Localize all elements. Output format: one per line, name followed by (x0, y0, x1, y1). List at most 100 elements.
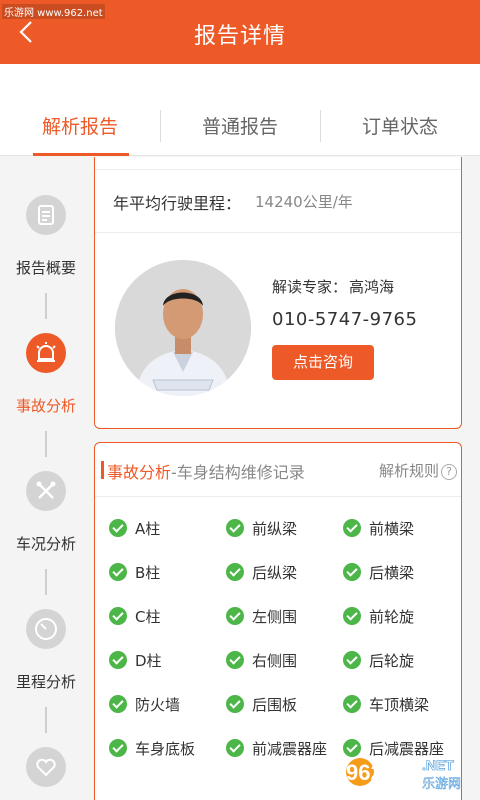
sidebar-item-more[interactable] (0, 747, 92, 787)
tab-order-status[interactable]: 订单状态 (320, 112, 480, 152)
section-title: 事故分析-车身结构维修记录 (107, 459, 305, 483)
sidebar-item-label: 报告概要 (15, 259, 76, 277)
sidebar-connector (45, 569, 47, 595)
sidebar-item-condition[interactable]: 车况分析 (0, 471, 92, 554)
expert-card: 年平均行驶里程： 14240公里/年 解读专家： 高鸿海 010-5747-976… (94, 157, 462, 429)
check-item-label: 后围板 (252, 696, 298, 714)
consult-button[interactable]: 点击咨询 (272, 345, 374, 380)
analysis-rules-link[interactable]: 解析规则? (379, 460, 457, 481)
check-icon (226, 651, 244, 669)
check-item-label: B柱 (135, 564, 161, 582)
expert-name: 高鸿海 (349, 278, 395, 296)
sidebar-item-label: 里程分析 (15, 673, 76, 691)
check-item-label: 后轮旋 (369, 652, 415, 670)
check-item-label: 前轮旋 (369, 608, 415, 626)
sidebar-connector (45, 293, 47, 319)
check-icon (343, 607, 361, 625)
check-icon (343, 563, 361, 581)
check-item: 前轮旋 (343, 606, 414, 626)
sidebar-item-label: 车况分析 (15, 535, 76, 553)
sidebar-connector (45, 431, 47, 457)
expert-label: 解读专家： (272, 278, 348, 296)
check-item-label: 车顶横梁 (369, 696, 430, 714)
check-item-label: 后纵梁 (252, 564, 298, 582)
check-item: B柱 (109, 562, 160, 582)
check-item-label: 前减震器座 (252, 740, 328, 758)
watermark-logo: 962 .NET 乐游网 (346, 757, 461, 792)
svg-text:乐游网: 乐游网 (422, 777, 461, 792)
check-item: A柱 (109, 518, 160, 538)
mileage-label: 年平均行驶里程： (113, 194, 242, 213)
check-item: 后横梁 (343, 562, 414, 582)
check-item-label: 防火墙 (135, 696, 181, 714)
check-icon (109, 519, 127, 537)
expert-phone[interactable]: 010-5747-9765 (272, 309, 417, 330)
question-mark-icon: ? (441, 464, 457, 480)
section-sidebar: 报告概要 事故分析 车况分析 里程分析 (0, 157, 92, 800)
check-item-label: 车身底板 (135, 740, 196, 758)
accident-analysis-header: 事故分析-车身结构维修记录 解析规则? (95, 443, 461, 497)
check-item: 防火墙 (109, 694, 180, 714)
check-icon (226, 563, 244, 581)
sidebar-item-label: 事故分析 (15, 397, 76, 415)
check-item-label: 前纵梁 (252, 520, 298, 538)
check-item: 前横梁 (343, 518, 414, 538)
expert-info: 解读专家： 高鸿海 (272, 276, 394, 297)
tab-analysis-report[interactable]: 解析报告 (0, 112, 160, 152)
check-icon (226, 519, 244, 537)
check-icon (109, 739, 127, 757)
check-item-label: 右侧围 (252, 652, 298, 670)
watermark-text: 乐游网 www.962.net (2, 4, 105, 19)
mileage-row: 年平均行驶里程： 14240公里/年 (95, 169, 461, 233)
active-tab-indicator (33, 153, 129, 156)
check-item-label: 左侧围 (252, 608, 298, 626)
check-item: 后轮旋 (343, 650, 414, 670)
gauge-icon (26, 609, 66, 649)
check-icon (343, 695, 361, 713)
mileage-value: 14240公里/年 (255, 193, 353, 211)
svg-text:962: 962 (346, 760, 383, 785)
tools-icon (26, 471, 66, 511)
sidebar-item-accident[interactable]: 事故分析 (0, 333, 92, 416)
title-bar: 报告详情 乐游网 www.962.net (0, 0, 480, 64)
sidebar-item-mileage[interactable]: 里程分析 (0, 609, 92, 692)
check-item: 前减震器座 (226, 738, 327, 758)
check-item: 车顶横梁 (343, 694, 429, 714)
report-tabs: 解析报告 普通报告 订单状态 (0, 64, 480, 156)
check-icon (109, 651, 127, 669)
tab-normal-report[interactable]: 普通报告 (160, 112, 320, 152)
check-item: 左侧围 (226, 606, 297, 626)
expert-avatar (115, 260, 251, 396)
check-item: C柱 (109, 606, 160, 626)
check-item: 后围板 (226, 694, 297, 714)
sidebar-connector (45, 707, 47, 733)
check-icon (343, 651, 361, 669)
check-item-label: A柱 (135, 520, 161, 538)
check-item-label: 后横梁 (369, 564, 415, 582)
check-icon (226, 695, 244, 713)
accident-subtitle: -车身结构维修记录 (171, 463, 305, 482)
rules-label: 解析规则 (378, 462, 439, 480)
accident-analysis-card: 事故分析-车身结构维修记录 解析规则? A柱 前纵梁 前横梁 B柱 后纵梁 后横… (94, 442, 462, 800)
check-icon (109, 563, 127, 581)
sidebar-item-overview[interactable]: 报告概要 (0, 195, 92, 278)
heart-icon (26, 747, 66, 787)
check-item: 车身底板 (109, 738, 195, 758)
check-icon (343, 519, 361, 537)
check-icon (109, 607, 127, 625)
check-icon (226, 607, 244, 625)
check-item: D柱 (109, 650, 162, 670)
check-item: 右侧围 (226, 650, 297, 670)
check-item: 前纵梁 (226, 518, 297, 538)
alarm-icon (26, 333, 66, 373)
svg-text:.NET: .NET (422, 757, 454, 773)
page-title: 报告详情 (193, 24, 286, 49)
document-icon (26, 195, 66, 235)
section-marker (101, 461, 104, 479)
check-item: 后纵梁 (226, 562, 297, 582)
check-item-label: D柱 (135, 652, 162, 670)
check-icon (109, 695, 127, 713)
check-item-label: C柱 (135, 608, 161, 626)
check-item-label: 前横梁 (369, 520, 415, 538)
check-icon (226, 739, 244, 757)
